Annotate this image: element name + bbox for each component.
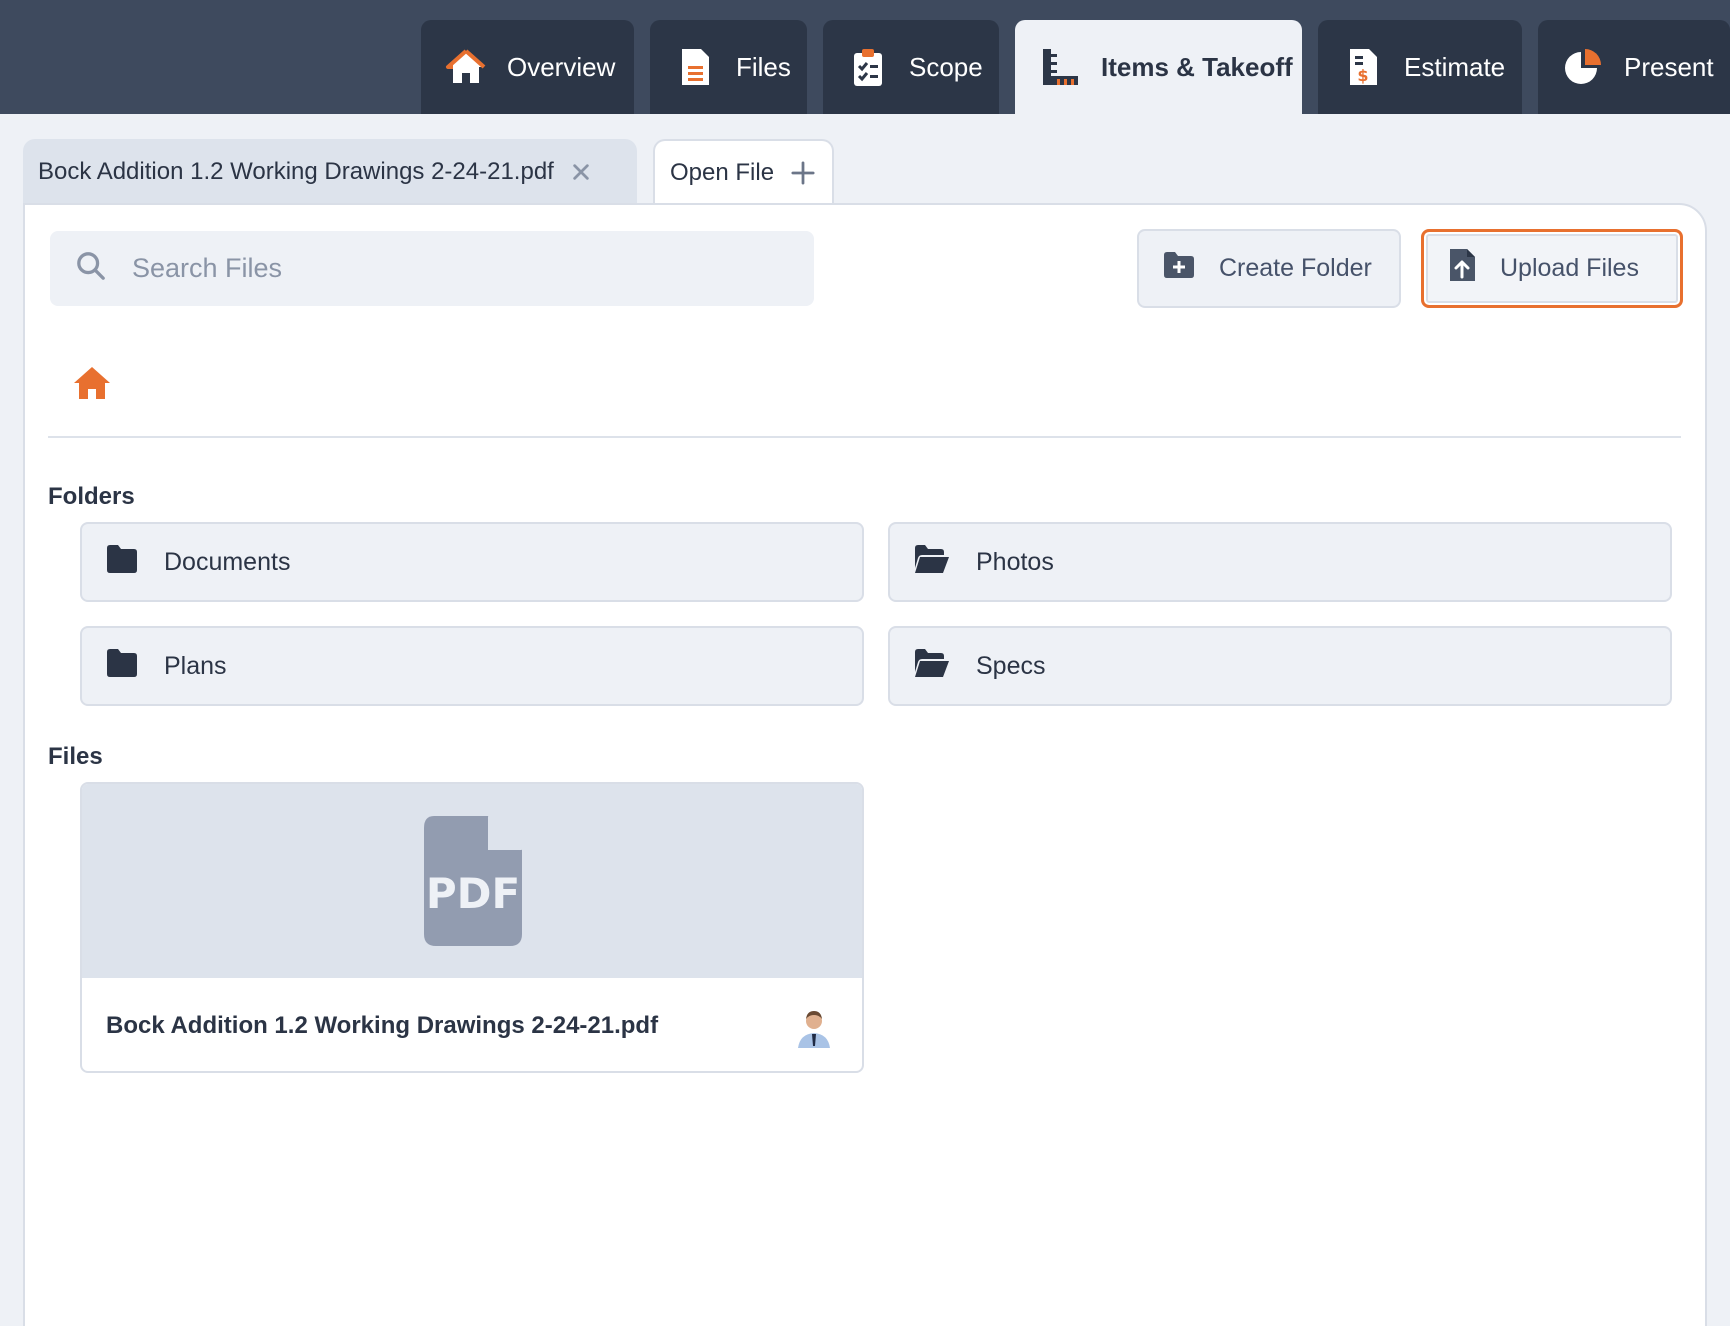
folder-closed-icon — [106, 648, 138, 685]
file-thumbnail: PDF — [82, 784, 862, 978]
search-input[interactable] — [132, 253, 772, 284]
svg-text:$: $ — [1357, 66, 1368, 85]
tab-files[interactable]: Files — [650, 20, 807, 114]
search-bar[interactable] — [50, 231, 814, 306]
create-folder-label: Create Folder — [1219, 254, 1372, 282]
tab-present[interactable]: Present — [1538, 20, 1730, 114]
invoice-dollar-icon: $ — [1342, 46, 1384, 88]
folder-photos[interactable]: Photos — [888, 522, 1672, 602]
file-upload-icon — [1448, 248, 1476, 289]
upload-files-label: Upload Files — [1500, 254, 1639, 282]
folder-plans[interactable]: Plans — [80, 626, 864, 706]
folder-name: Photos — [976, 547, 1054, 576]
folders-section-title: Folders — [48, 483, 135, 510]
tab-estimate[interactable]: $ Estimate — [1318, 20, 1522, 114]
home-icon — [445, 46, 487, 88]
breadcrumb-divider — [48, 436, 1681, 438]
tab-present-label: Present — [1624, 51, 1714, 82]
tab-scope-label: Scope — [909, 51, 983, 82]
close-icon[interactable] — [570, 161, 592, 183]
breadcrumb-home-icon[interactable] — [73, 365, 111, 401]
open-file-tab[interactable]: Open File — [653, 139, 834, 205]
pie-chart-icon — [1562, 46, 1604, 88]
file-card[interactable]: PDF Bock Addition 1.2 Working Drawings 2… — [80, 782, 864, 1073]
open-file-label: Open File — [670, 159, 775, 186]
folder-open-icon — [914, 544, 950, 581]
file-tab-label: Bock Addition 1.2 Working Drawings 2-24-… — [38, 158, 554, 185]
document-icon — [674, 46, 716, 88]
clipboard-checklist-icon — [847, 46, 889, 88]
top-navigation-bar: Overview Files Scope Items & Takeoff $ E… — [0, 0, 1730, 114]
tab-overview-label: Overview — [507, 51, 616, 82]
file-tab-open-document[interactable]: Bock Addition 1.2 Working Drawings 2-24-… — [23, 139, 637, 205]
files-section-title: Files — [48, 743, 103, 770]
folder-plus-icon — [1163, 251, 1195, 286]
pdf-type-label: PDF — [426, 869, 520, 918]
folder-name: Specs — [976, 651, 1046, 680]
tab-estimate-label: Estimate — [1404, 51, 1506, 82]
folder-name: Plans — [164, 651, 227, 680]
create-folder-button[interactable]: Create Folder — [1137, 229, 1401, 308]
tab-scope[interactable]: Scope — [823, 20, 999, 114]
folder-documents[interactable]: Documents — [80, 522, 864, 602]
folder-open-icon — [914, 648, 950, 685]
tab-overview[interactable]: Overview — [421, 20, 634, 114]
folder-closed-icon — [106, 544, 138, 581]
file-browser-panel — [23, 203, 1707, 1326]
folder-specs[interactable]: Specs — [888, 626, 1672, 706]
tab-files-label: Files — [736, 51, 791, 82]
search-icon — [76, 251, 106, 286]
folder-name: Documents — [164, 547, 291, 576]
ruler-icon — [1039, 46, 1081, 88]
avatar — [792, 1004, 836, 1048]
pdf-file-icon: PDF — [424, 816, 522, 946]
file-name: Bock Addition 1.2 Working Drawings 2-24-… — [106, 1011, 659, 1039]
tab-items-takeoff-label: Items & Takeoff — [1101, 51, 1293, 82]
upload-files-button[interactable]: Upload Files — [1421, 229, 1683, 308]
tab-items-takeoff[interactable]: Items & Takeoff — [1015, 20, 1302, 114]
plus-icon[interactable] — [790, 160, 816, 186]
file-info: Bock Addition 1.2 Working Drawings 2-24-… — [82, 978, 862, 1071]
